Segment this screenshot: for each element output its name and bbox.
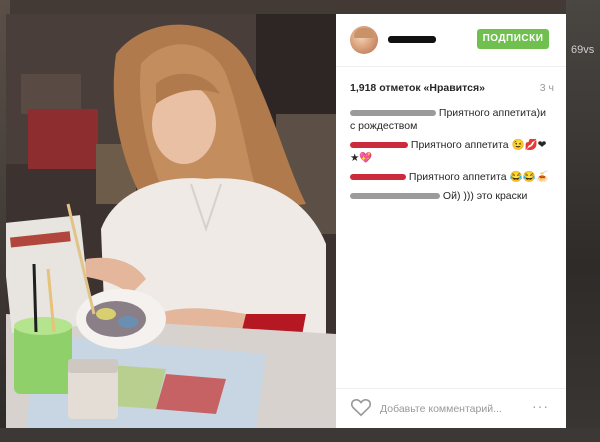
post-sidebar: ПОДПИСКИ 1,918 отметок «Нравится» 3 ч Пр… <box>336 14 566 428</box>
commenter-username-redacted[interactable] <box>350 142 408 149</box>
post-photo-image <box>6 14 336 428</box>
author-username-redacted[interactable] <box>388 36 436 43</box>
comment-item: Приятного аппетита 😂😂🍝 <box>350 171 554 184</box>
ellipsis-icon[interactable]: ··· <box>532 398 549 414</box>
post-modal: ПОДПИСКИ 1,918 отметок «Нравится» 3 ч Пр… <box>6 14 566 428</box>
backdrop-right-text: 69vs <box>571 44 595 56</box>
heart-outline-icon[interactable] <box>350 397 372 417</box>
comment-text-continued: ★💖 <box>350 152 373 164</box>
post-footer: ··· <box>336 388 566 429</box>
likes-row: 1,918 отметок «Нравится» 3 ч <box>350 82 554 96</box>
comment-text: Приятного аппетита 😂😂🍝 <box>408 171 549 183</box>
comment-text: Ой) ))) это краски <box>442 190 528 202</box>
commenter-username-redacted[interactable] <box>350 110 436 117</box>
post-time[interactable]: 3 ч <box>540 82 554 94</box>
comment-text-continued: с рождеством <box>350 120 418 132</box>
commenter-username-redacted[interactable] <box>350 193 440 200</box>
follow-button[interactable]: ПОДПИСКИ <box>477 29 549 49</box>
author-avatar[interactable] <box>350 26 378 54</box>
backdrop-right-edge <box>566 0 600 442</box>
comment-item: Приятного аппетита 😉💋❤ ★💖 <box>350 139 554 165</box>
backdrop-bottom-edge <box>0 428 600 442</box>
comment-text: Приятного аппетита)и <box>438 107 546 119</box>
comment-text: Приятного аппетита 😉💋❤ <box>410 139 547 151</box>
post-header: ПОДПИСКИ <box>336 14 566 67</box>
post-photo[interactable] <box>6 14 336 428</box>
likes-count[interactable]: 1,918 отметок «Нравится» <box>350 82 485 94</box>
comment-item: Приятного аппетита)и с рождеством <box>350 107 554 133</box>
add-comment-input[interactable] <box>380 401 510 417</box>
commenter-username-redacted[interactable] <box>350 174 406 181</box>
comments-list: Приятного аппетита)и с рождеством Приятн… <box>350 107 554 209</box>
comment-item: Ой) ))) это краски <box>350 190 554 203</box>
